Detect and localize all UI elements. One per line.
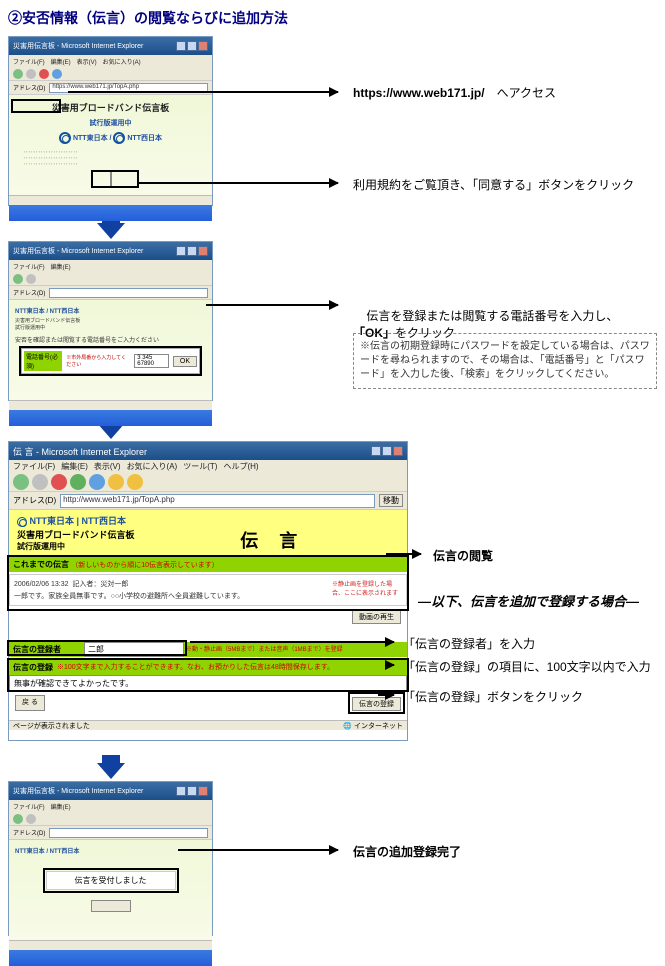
arrow-icon bbox=[138, 182, 338, 184]
taskbar bbox=[9, 205, 212, 221]
ntt-logo-icon bbox=[59, 132, 71, 144]
status-bar bbox=[9, 195, 212, 205]
back-button: 戻 る bbox=[15, 695, 45, 711]
forward-icon bbox=[26, 69, 36, 79]
down-arrow-icon bbox=[8, 755, 213, 779]
back-icon bbox=[13, 474, 29, 490]
ntt-east-label: NTT東日本 bbox=[73, 135, 108, 142]
page-title: ②安否情報（伝言）の閲覧ならびに追加方法 bbox=[8, 8, 657, 28]
screenshot-step2: 災害用伝言板 - Microsoft Internet Explorer ファイ… bbox=[8, 241, 213, 401]
window-titlebar: 伝 言 - Microsoft Internet Explorer bbox=[9, 442, 407, 460]
annotation-done: 伝言の追加登録完了 bbox=[353, 843, 461, 860]
annotation-view: 伝言の閲覧 bbox=[433, 547, 493, 564]
window-titlebar: 災害用伝言板 - Microsoft Internet Explorer bbox=[9, 242, 212, 260]
forward-icon bbox=[32, 474, 48, 490]
play-button: 動画の再生 bbox=[352, 610, 401, 624]
arrow-icon bbox=[190, 641, 394, 643]
window-title-large: 伝 言 - Microsoft Internet Explorer bbox=[13, 445, 147, 458]
annotation-submit: 「伝言の登録」ボタンをクリック bbox=[403, 688, 583, 705]
arrow-icon bbox=[68, 91, 338, 93]
note-password: ※伝言の初期登録時にパスワードを設定している場合は、パスワードを尋ねられますので… bbox=[353, 333, 657, 389]
refresh-icon bbox=[52, 69, 62, 79]
screenshot-step4: 災害用伝言板 - Microsoft Internet Explorer ファイ… bbox=[8, 781, 213, 936]
arrow-icon bbox=[386, 664, 394, 666]
ntt-logo-icon bbox=[113, 132, 125, 144]
brand-top: NTT東日本 | NTT西日本 bbox=[17, 514, 399, 527]
arrow-icon bbox=[386, 553, 421, 555]
ntt-west-label: NTT西日本 bbox=[127, 135, 162, 142]
screenshot-step1: 災害用伝言板 - Microsoft Internet Explorer ファイ… bbox=[8, 36, 213, 206]
stop-icon bbox=[39, 69, 49, 79]
maximize-icon bbox=[187, 41, 197, 51]
msg-body: 一郎です。家族全員無事です。○○小学校の避難所へ全員避難しています。 bbox=[14, 591, 326, 601]
brand-title: 災害用ブロードバンド伝言板 bbox=[52, 103, 169, 113]
menu-bar: ファイル(F) 編集(E) 表示(V) お気に入り(A) bbox=[9, 55, 212, 67]
arrow-icon bbox=[378, 694, 394, 696]
close-icon bbox=[198, 41, 208, 51]
screenshot-step3: 伝 言 - Microsoft Internet Explorer ファイル(F… bbox=[8, 441, 408, 741]
menu-bar: ファイル(F) 編集(E) 表示(V) お気に入り(A) ツール(T) ヘルプ(… bbox=[9, 460, 407, 472]
home-icon bbox=[89, 474, 105, 490]
annotation-url: https://www.web171.jp/ へアクセス bbox=[353, 84, 556, 101]
annotation-100chars: 「伝言の登録」の項目に、100文字以内で入力 bbox=[403, 658, 651, 675]
arrow-icon bbox=[206, 304, 338, 306]
green-bar-history: これまでの伝言 （新しいものから順に10伝言表示しています） bbox=[9, 557, 407, 572]
msg-timestamp: 2006/02/06 13:32 bbox=[14, 581, 69, 588]
annotation-agree: 利用規約をご覧頂き、「同意する」ボタンをクリック bbox=[353, 176, 634, 193]
brand-subtitle: 試行版運用中 bbox=[13, 116, 208, 130]
refresh-icon bbox=[70, 474, 86, 490]
stop-icon bbox=[51, 474, 67, 490]
window-title-text: 災害用伝言板 - Microsoft Internet Explorer bbox=[13, 41, 143, 51]
side-note: ※静止画を登録した場合、ここに表示されます bbox=[332, 579, 402, 601]
address-input: http://www.web171.jp/TopA.php bbox=[60, 494, 375, 508]
back-icon bbox=[13, 69, 23, 79]
heading-dengon: 伝 言 bbox=[146, 527, 399, 553]
menu-bar: ファイル(F) 編集(E) bbox=[9, 260, 212, 272]
toolbar bbox=[9, 67, 212, 81]
small-brand-line: NTT東日本 / NTT西日本 bbox=[13, 304, 208, 317]
minimize-icon bbox=[176, 41, 186, 51]
search-icon bbox=[108, 474, 124, 490]
window-titlebar: 災害用伝言板 - Microsoft Internet Explorer bbox=[9, 37, 212, 55]
back-icon bbox=[13, 274, 23, 284]
favorites-icon bbox=[127, 474, 143, 490]
ok-button-small bbox=[91, 900, 131, 912]
go-button: 移動 bbox=[379, 494, 403, 507]
annotation-author: 「伝言の登録者」を入力 bbox=[403, 635, 535, 652]
arrow-icon bbox=[178, 849, 338, 851]
annotation-section-head: ―以下、伝言を追加で登録する場合― bbox=[418, 591, 639, 610]
